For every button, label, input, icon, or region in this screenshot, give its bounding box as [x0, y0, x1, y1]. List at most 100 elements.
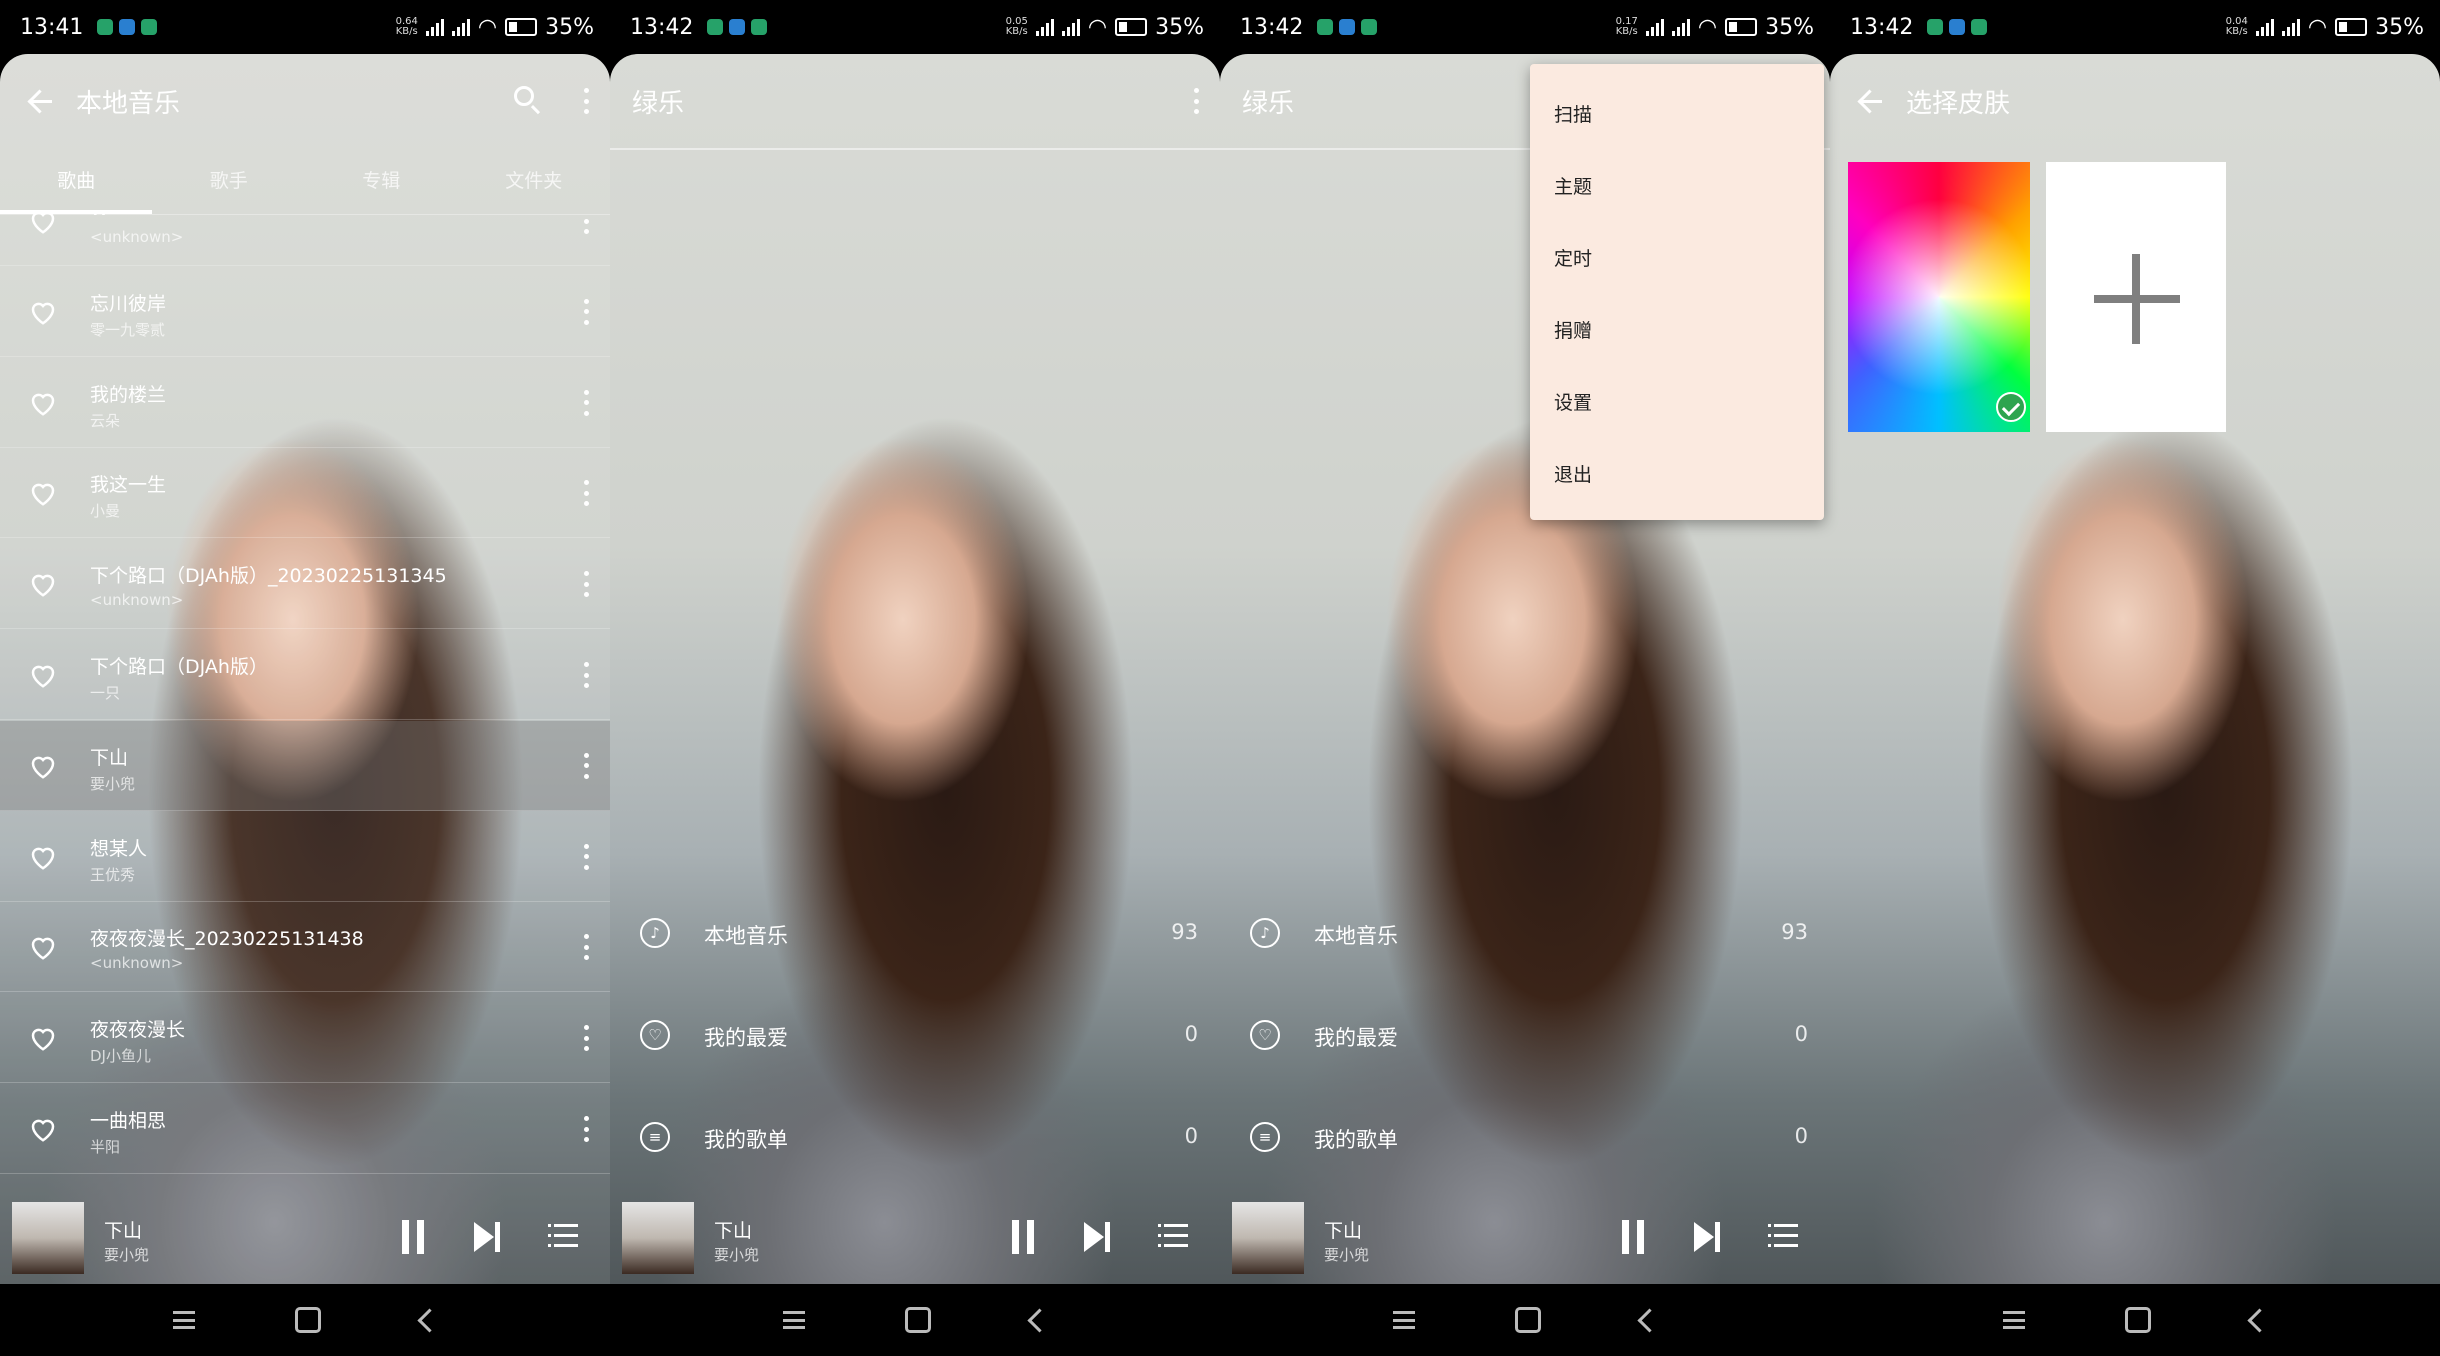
heart-icon[interactable]: [28, 751, 58, 781]
back-icon[interactable]: [1026, 1307, 1052, 1333]
more-options-icon[interactable]: [1194, 88, 1200, 114]
mini-player[interactable]: 下山 要小兜: [1220, 1192, 1830, 1284]
overflow-menu: 扫描 主题 定时 捐赠 设置 退出: [1530, 64, 1824, 520]
song-title: 我这一生: [90, 474, 167, 497]
heart-icon[interactable]: [28, 1023, 58, 1053]
mini-player[interactable]: 下山 要小兜: [610, 1192, 1220, 1284]
home-icon[interactable]: [1514, 1307, 1541, 1333]
notification-icon: [141, 19, 158, 35]
heart-icon[interactable]: [28, 1114, 58, 1144]
song-row[interactable]: 我这一生 小曼: [0, 448, 610, 539]
heart-icon[interactable]: [28, 569, 58, 599]
recents-icon[interactable]: [782, 1311, 805, 1329]
song-row[interactable]: 我的楼兰 云朵: [0, 358, 610, 448]
more-options-icon[interactable]: [584, 1116, 590, 1142]
tab-albums[interactable]: 专辑: [305, 148, 458, 214]
signal-icon: [1645, 18, 1664, 36]
menu-item-timer[interactable]: 定时: [1554, 244, 1592, 271]
add-skin-button[interactable]: [2046, 162, 2226, 432]
menu-item-settings[interactable]: 设置: [1554, 388, 1592, 415]
song-artist: 要小兜: [90, 774, 136, 793]
skip-next-icon[interactable]: [1694, 1222, 1722, 1252]
playlist-icon[interactable]: [1768, 1224, 1798, 1250]
album-art[interactable]: [622, 1202, 694, 1274]
entry-playlists[interactable]: ≡ 我的歌单 0: [1220, 1088, 1830, 1188]
album-art[interactable]: [12, 1202, 84, 1274]
pause-icon[interactable]: [1620, 1220, 1646, 1254]
color-spectrum-swatch[interactable]: [1848, 162, 2030, 432]
back-icon[interactable]: [1636, 1307, 1662, 1333]
home-icon[interactable]: [2124, 1307, 2151, 1333]
song-row[interactable]: 一曲相思 半阳: [0, 1084, 610, 1174]
battery-level: 35%: [1765, 14, 1814, 40]
recents-icon[interactable]: [2002, 1311, 2025, 1329]
wifi-icon: ◠: [1697, 14, 1718, 40]
heart-icon[interactable]: [28, 478, 58, 508]
tab-folders[interactable]: 文件夹: [458, 148, 611, 214]
menu-item-exit[interactable]: 退出: [1554, 460, 1592, 487]
heart-icon[interactable]: [28, 388, 58, 418]
more-options-icon[interactable]: [584, 752, 590, 779]
more-options-icon[interactable]: [584, 480, 590, 507]
back-icon[interactable]: [416, 1307, 442, 1333]
home-icon[interactable]: [294, 1307, 321, 1333]
song-row[interactable]: 夜夜夜漫长_20230225131438 <unknown>: [0, 902, 610, 993]
back-arrow-icon[interactable]: [1856, 87, 1884, 115]
song-row[interactable]: 夜夜夜漫长 DJ小鱼儿: [0, 993, 610, 1084]
menu-item-theme[interactable]: 主题: [1554, 172, 1592, 199]
entry-favorites[interactable]: ♡ 我的最爱 0: [1220, 986, 1830, 1086]
song-row[interactable]: W <unknown>: [0, 214, 610, 266]
song-row[interactable]: 下山 要小兜: [0, 720, 610, 811]
app-screen: 本地音乐 歌曲 歌手 专辑 文件夹 W <unknown> 忘川彼岸零一九零贰我的楼…: [0, 54, 610, 1284]
heart-icon[interactable]: [28, 842, 58, 872]
more-options-icon[interactable]: [584, 934, 590, 961]
skip-next-icon[interactable]: [474, 1222, 502, 1252]
more-options-icon[interactable]: [584, 571, 590, 598]
more-options-icon[interactable]: [584, 214, 590, 234]
more-options-icon[interactable]: [584, 298, 590, 325]
home-icon[interactable]: [904, 1307, 931, 1333]
song-row[interactable]: 下个路口（DJAh版） 一只: [0, 630, 610, 720]
tab-artists[interactable]: 歌手: [153, 148, 306, 214]
more-options-icon[interactable]: [584, 389, 590, 416]
song-row[interactable]: 忘川彼岸 零一九零贰: [0, 267, 610, 357]
song-row[interactable]: 下个路口（DJAh版）_20230225131345 <unknown>: [0, 539, 610, 630]
entry-playlists[interactable]: ≡ 我的歌单 0: [610, 1088, 1220, 1188]
back-arrow-icon[interactable]: [26, 87, 54, 115]
status-time: 13:42: [1240, 14, 1304, 40]
pause-icon[interactable]: [1010, 1220, 1036, 1254]
entry-local-music[interactable]: ♪ 本地音乐 93: [610, 884, 1220, 984]
playlist-icon[interactable]: [1158, 1224, 1188, 1250]
more-options-icon[interactable]: [584, 843, 590, 870]
now-playing-artist: 要小兜: [104, 1246, 150, 1264]
wifi-icon: ◠: [1087, 14, 1108, 40]
heart-icon[interactable]: [28, 660, 58, 690]
more-options-icon[interactable]: [584, 662, 590, 688]
skip-next-icon[interactable]: [1084, 1222, 1112, 1252]
pause-icon[interactable]: [400, 1220, 426, 1254]
heart-icon[interactable]: [28, 297, 58, 327]
menu-item-donate[interactable]: 捐赠: [1554, 316, 1592, 343]
playlist-icon[interactable]: [548, 1224, 578, 1250]
entry-local-music[interactable]: ♪ 本地音乐 93: [1220, 884, 1830, 984]
entry-favorites[interactable]: ♡ 我的最爱 0: [610, 986, 1220, 1086]
heart-icon[interactable]: [28, 932, 58, 962]
recents-icon[interactable]: [172, 1311, 195, 1329]
now-playing-artist: 要小兜: [1324, 1246, 1370, 1264]
tab-songs[interactable]: 歌曲: [0, 148, 153, 214]
status-bar: 13:42 0.05 KB/s ◠ 35%: [610, 0, 1220, 54]
back-icon[interactable]: [2246, 1307, 2272, 1333]
song-row[interactable]: 想某人 王优秀: [0, 812, 610, 902]
app-title: 绿乐: [632, 88, 685, 119]
search-icon[interactable]: [514, 86, 534, 106]
heart-icon[interactable]: [28, 214, 58, 236]
menu-item-scan[interactable]: 扫描: [1554, 100, 1592, 127]
mini-player[interactable]: 下山 要小兜: [0, 1192, 610, 1284]
more-options-icon[interactable]: [584, 1025, 590, 1052]
album-art[interactable]: [1232, 1202, 1304, 1274]
recents-icon[interactable]: [1392, 1311, 1415, 1329]
battery-level: 35%: [1155, 14, 1204, 40]
more-options-icon[interactable]: [584, 88, 590, 114]
system-nav-bar: [1830, 1284, 2440, 1356]
song-title: 夜夜夜漫长: [90, 1019, 186, 1042]
